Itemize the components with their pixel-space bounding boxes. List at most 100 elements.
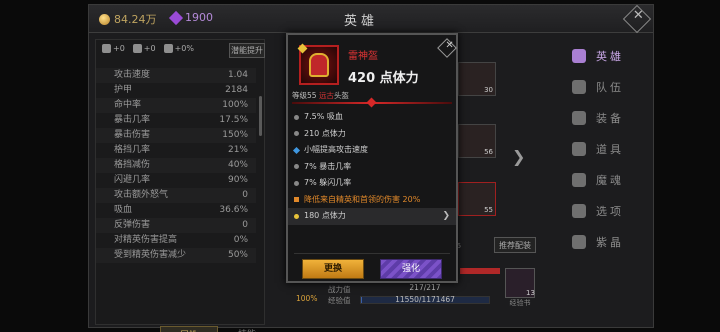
stat-row: 命中率 100% <box>96 98 256 113</box>
bullet-icon <box>294 114 299 120</box>
bullet-icon <box>292 146 301 154</box>
chevron-right-icon: ❯ <box>442 211 450 221</box>
item-main-value: 420 点体力 <box>348 71 419 86</box>
item-name: 雷神盔 <box>348 51 378 62</box>
stat-row: 对精英伤害提高 0% <box>96 233 256 248</box>
flame-icon <box>572 172 586 187</box>
gold-counter: 84.24万 <box>99 11 157 27</box>
stat-value: 90% <box>227 175 248 185</box>
attribute-text: 7.5% 吸血 <box>304 112 343 121</box>
exp-book-count: 13 <box>526 289 535 297</box>
nav-label: 选项 <box>596 204 624 218</box>
gem-icon <box>168 10 184 25</box>
stat-value: 100% <box>222 100 248 110</box>
nav-label: 装备 <box>596 111 624 125</box>
exp-label: 经验值 <box>328 296 351 305</box>
helmet-icon <box>309 53 329 77</box>
stat-row: 闪避几率 90% <box>96 173 256 188</box>
nav-label: 魔魂 <box>596 173 624 187</box>
flag-icon <box>572 79 586 94</box>
recommend-gear-button[interactable]: 推荐配装 <box>494 237 536 253</box>
stat-value: 1.04 <box>227 70 248 80</box>
stat-value: 50% <box>227 250 248 260</box>
potential-upgrade-button[interactable]: 潜能提升 <box>229 43 265 58</box>
attribute-text: 降低来自精英和首领的伤害 20% <box>304 194 421 204</box>
stat-row: 暴击伤害 150% <box>96 128 256 143</box>
heart-icon <box>132 44 142 53</box>
attribute-tabs: 属性 技能 <box>160 326 276 332</box>
popup-close-button[interactable]: ✕ <box>437 38 457 58</box>
power-label: 战力值 <box>328 285 351 294</box>
stat-value: 0 <box>242 190 248 200</box>
attribute-text: 180 点体力 <box>304 211 346 220</box>
top-bar: 84.24万 1900 英雄 ✕ <box>89 4 653 34</box>
tab-skills[interactable]: 技能 <box>218 326 276 332</box>
stat-value: 36.6% <box>219 205 248 215</box>
stats-scrollbar[interactable] <box>259 96 262 136</box>
side-navigation: 英雄队伍装备道具魔魂选项紫晶 <box>562 40 652 257</box>
item-attributes: 7.5% 吸血 210 点体力 小幅提高攻击速度 7% 暴击几率 7% 躲闪几率 降低来自… <box>288 109 456 225</box>
rarity-diamond-icon <box>297 43 308 54</box>
stat-label: 受到精英伤害减少 <box>114 250 187 260</box>
buff-row: +0 +0 +0% <box>102 44 194 53</box>
next-arrow-icon[interactable]: ❯ <box>512 147 525 166</box>
stat-value: 21% <box>227 145 248 155</box>
nav-item-hero[interactable]: 英雄 <box>562 40 652 71</box>
nav-label: 英雄 <box>596 49 624 63</box>
nav-item-flag[interactable]: 队伍 <box>562 71 652 102</box>
stats-list: 攻击速度 1.04 护甲 2184 命中率 100% 暴击几率 17.5% 暴击伤害 150% 格挡… <box>96 68 256 263</box>
stat-label: 命中率 <box>114 100 142 110</box>
nav-item-helmet[interactable]: 装备 <box>562 102 652 133</box>
buff-health: +0 <box>132 44 156 53</box>
stat-label: 吸血 <box>114 205 133 215</box>
nav-item-flame[interactable]: 魔魂 <box>562 164 652 195</box>
crystal-icon <box>572 234 586 249</box>
stat-value: 0% <box>233 235 248 245</box>
attribute-text: 小幅提高攻击速度 <box>304 145 368 154</box>
equipment-slot[interactable]: 30 <box>458 62 496 96</box>
stat-row: 攻击速度 1.04 <box>96 68 256 83</box>
window-close-button[interactable]: ✕ <box>622 4 652 34</box>
tab-attributes[interactable]: 属性 <box>160 326 218 332</box>
stat-label: 格挡减伤 <box>114 160 151 170</box>
item-attribute[interactable]: 180 点体力 ❯ <box>288 208 456 225</box>
stat-row: 反弹伤害 0 <box>96 218 256 233</box>
equipment-slot[interactable]: 56 <box>458 124 496 158</box>
item-level: 等级55 <box>292 91 319 100</box>
stat-label: 对精英伤害提高 <box>114 235 178 245</box>
exp-percent: 100% <box>296 294 318 303</box>
stat-value: 40% <box>227 160 248 170</box>
stat-label: 护甲 <box>114 85 133 95</box>
nav-item-crystal[interactable]: 紫晶 <box>562 226 652 257</box>
divider-bar <box>292 97 452 108</box>
item-attribute: 降低来自精英和首领的伤害 20% <box>288 192 456 209</box>
stat-label: 攻击额外怒气 <box>114 190 169 200</box>
stat-label: 攻击速度 <box>114 70 151 80</box>
stat-label: 格挡几率 <box>114 145 151 155</box>
divider <box>294 253 450 254</box>
gem-amount: 1900 <box>185 11 213 24</box>
close-icon: ✕ <box>445 40 454 52</box>
hero-icon <box>572 48 586 63</box>
item-attribute: 7% 躲闪几率 <box>288 175 456 192</box>
attribute-text: 7% 躲闪几率 <box>304 178 352 187</box>
equipment-slot[interactable]: 55 <box>458 182 496 216</box>
stat-row: 护甲 2184 <box>96 83 256 98</box>
stat-row: 格挡减伤 40% <box>96 158 256 173</box>
buff-attack: +0 <box>102 44 125 53</box>
sword-icon <box>102 44 111 53</box>
bullet-icon <box>294 213 299 219</box>
gold-amount: 84.24万 <box>114 13 157 26</box>
item-attribute: 210 点体力 <box>288 126 456 143</box>
power-value: 217/217 <box>409 283 441 292</box>
nav-item-bag[interactable]: 道具 <box>562 133 652 164</box>
exp-book-label: 经验书 <box>509 299 531 307</box>
stat-row: 格挡几率 21% <box>96 143 256 158</box>
stat-value: 150% <box>222 130 248 140</box>
enhance-button[interactable]: 强化 <box>380 259 442 279</box>
stat-label: 暴击伤害 <box>114 130 151 140</box>
bullet-icon <box>294 197 299 203</box>
nav-item-gear[interactable]: 选项 <box>562 195 652 226</box>
swap-button[interactable]: 更换 <box>302 259 364 279</box>
stat-row: 吸血 36.6% <box>96 203 256 218</box>
